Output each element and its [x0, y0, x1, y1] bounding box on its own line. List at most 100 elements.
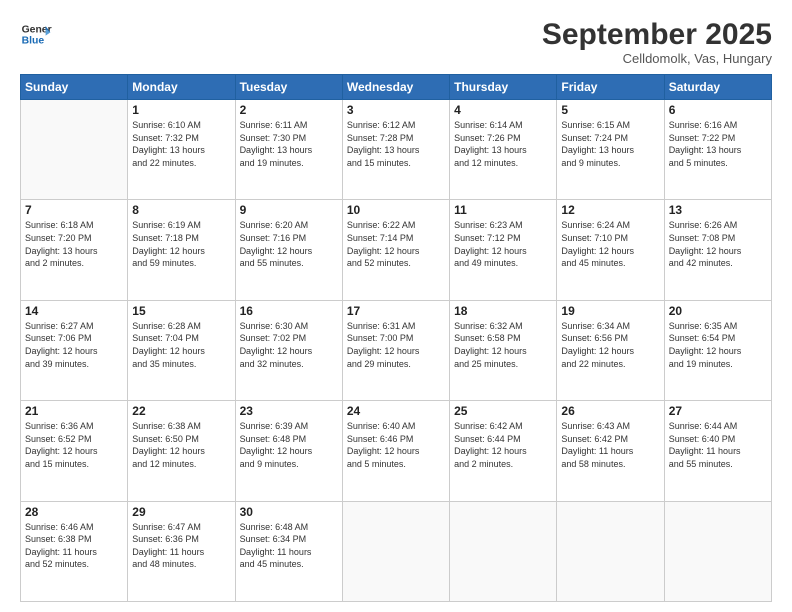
day-number: 20 — [669, 304, 767, 318]
day-info: Sunrise: 6:20 AM Sunset: 7:16 PM Dayligh… — [240, 219, 338, 269]
day-info: Sunrise: 6:14 AM Sunset: 7:26 PM Dayligh… — [454, 119, 552, 169]
calendar-day-cell: 10Sunrise: 6:22 AM Sunset: 7:14 PM Dayli… — [342, 200, 449, 300]
svg-text:Blue: Blue — [22, 36, 45, 47]
day-info: Sunrise: 6:11 AM Sunset: 7:30 PM Dayligh… — [240, 119, 338, 169]
day-number: 26 — [561, 404, 659, 418]
calendar-day-cell: 19 Sunrise: 6:34 AM Sunset: 6:56 PM Dayli… — [557, 300, 664, 400]
month-title: September 2025 — [542, 18, 772, 51]
day-info: Sunrise: 6:47 AM Sunset: 6:36 PM Dayligh… — [132, 521, 230, 571]
day-number: 21 — [25, 404, 123, 418]
day-number: 2 — [240, 103, 338, 117]
day-info: Sunrise: 6:38 AM Sunset: 6:50 PM Dayligh… — [132, 420, 230, 470]
calendar-day-cell: 28 Sunrise: 6:46 AM Sunset: 6:38 PM Dayli… — [21, 501, 128, 601]
weekday-header-cell: Wednesday — [342, 75, 449, 100]
day-info: Sunrise: 6:36 AM Sunset: 6:52 PM Dayligh… — [25, 420, 123, 470]
day-number: 14 — [25, 304, 123, 318]
calendar-day-cell: 5Sunrise: 6:15 AM Sunset: 7:24 PM Daylig… — [557, 100, 664, 200]
day-number: 19 — [561, 304, 659, 318]
day-info: Sunrise: 6:24 AM Sunset: 7:10 PM Dayligh… — [561, 219, 659, 269]
calendar-day-cell: 17Sunrise: 6:31 AM Sunset: 7:00 PM Dayli… — [342, 300, 449, 400]
day-number: 12 — [561, 203, 659, 217]
calendar-week-row: 1 Sunrise: 6:10 AM Sunset: 7:32 PM Daylig… — [21, 100, 772, 200]
weekday-header-cell: Friday — [557, 75, 664, 100]
calendar-day-cell: 12 Sunrise: 6:24 AM Sunset: 7:10 PM Dayli… — [557, 200, 664, 300]
page: General Blue September 2025 Celldomolk, … — [0, 0, 792, 612]
day-number: 15 — [132, 304, 230, 318]
calendar-week-row: 28 Sunrise: 6:46 AM Sunset: 6:38 PM Dayli… — [21, 501, 772, 601]
calendar-day-cell: 27Sunrise: 6:44 AM Sunset: 6:40 PM Dayli… — [664, 401, 771, 501]
calendar-day-cell: 8 Sunrise: 6:19 AM Sunset: 7:18 PM Daylig… — [128, 200, 235, 300]
calendar-day-cell: 20 Sunrise: 6:35 AM Sunset: 6:54 PM Dayli… — [664, 300, 771, 400]
calendar-day-cell: 16 Sunrise: 6:30 AM Sunset: 7:02 PM Dayli… — [235, 300, 342, 400]
day-number: 1 — [132, 103, 230, 117]
calendar-day-cell: 29 Sunrise: 6:47 AM Sunset: 6:36 PM Dayli… — [128, 501, 235, 601]
day-number: 30 — [240, 505, 338, 519]
day-number: 28 — [25, 505, 123, 519]
calendar-week-row: 14 Sunrise: 6:27 AM Sunset: 7:06 PM Dayli… — [21, 300, 772, 400]
day-info: Sunrise: 6:15 AM Sunset: 7:24 PM Dayligh… — [561, 119, 659, 169]
header: General Blue September 2025 Celldomolk, … — [20, 18, 772, 66]
day-info: Sunrise: 6:40 AM Sunset: 6:46 PM Dayligh… — [347, 420, 445, 470]
day-info: Sunrise: 6:35 AM Sunset: 6:54 PM Dayligh… — [669, 320, 767, 370]
day-info: Sunrise: 6:34 AM Sunset: 6:56 PM Dayligh… — [561, 320, 659, 370]
title-block: September 2025 Celldomolk, Vas, Hungary — [542, 18, 772, 66]
calendar-day-cell: 7Sunrise: 6:18 AM Sunset: 7:20 PM Daylig… — [21, 200, 128, 300]
calendar-day-cell — [557, 501, 664, 601]
day-info: Sunrise: 6:18 AM Sunset: 7:20 PM Dayligh… — [25, 219, 123, 269]
calendar-day-cell: 21 Sunrise: 6:36 AM Sunset: 6:52 PM Dayli… — [21, 401, 128, 501]
calendar-day-cell: 25 Sunrise: 6:42 AM Sunset: 6:44 PM Dayli… — [450, 401, 557, 501]
day-number: 8 — [132, 203, 230, 217]
day-number: 23 — [240, 404, 338, 418]
day-number: 11 — [454, 203, 552, 217]
day-number: 18 — [454, 304, 552, 318]
day-info: Sunrise: 6:42 AM Sunset: 6:44 PM Dayligh… — [454, 420, 552, 470]
day-info: Sunrise: 6:12 AM Sunset: 7:28 PM Dayligh… — [347, 119, 445, 169]
day-info: Sunrise: 6:44 AM Sunset: 6:40 PM Dayligh… — [669, 420, 767, 470]
day-info: Sunrise: 6:39 AM Sunset: 6:48 PM Dayligh… — [240, 420, 338, 470]
calendar-day-cell — [450, 501, 557, 601]
location-subtitle: Celldomolk, Vas, Hungary — [542, 51, 772, 66]
day-info: Sunrise: 6:16 AM Sunset: 7:22 PM Dayligh… — [669, 119, 767, 169]
day-info: Sunrise: 6:32 AM Sunset: 6:58 PM Dayligh… — [454, 320, 552, 370]
calendar-day-cell: 3 Sunrise: 6:12 AM Sunset: 7:28 PM Daylig… — [342, 100, 449, 200]
calendar-day-cell: 6 Sunrise: 6:16 AM Sunset: 7:22 PM Daylig… — [664, 100, 771, 200]
day-info: Sunrise: 6:30 AM Sunset: 7:02 PM Dayligh… — [240, 320, 338, 370]
calendar-table: SundayMondayTuesdayWednesdayThursdayFrid… — [20, 74, 772, 602]
logo: General Blue — [20, 18, 52, 50]
day-number: 29 — [132, 505, 230, 519]
weekday-header-cell: Saturday — [664, 75, 771, 100]
day-number: 3 — [347, 103, 445, 117]
calendar-day-cell: 22Sunrise: 6:38 AM Sunset: 6:50 PM Dayli… — [128, 401, 235, 501]
calendar-day-cell: 2 Sunrise: 6:11 AM Sunset: 7:30 PM Daylig… — [235, 100, 342, 200]
day-info: Sunrise: 6:10 AM Sunset: 7:32 PM Dayligh… — [132, 119, 230, 169]
calendar-week-row: 7Sunrise: 6:18 AM Sunset: 7:20 PM Daylig… — [21, 200, 772, 300]
calendar-day-cell: 30 Sunrise: 6:48 AM Sunset: 6:34 PM Dayli… — [235, 501, 342, 601]
day-info: Sunrise: 6:48 AM Sunset: 6:34 PM Dayligh… — [240, 521, 338, 571]
calendar-day-cell: 11 Sunrise: 6:23 AM Sunset: 7:12 PM Dayli… — [450, 200, 557, 300]
weekday-header-cell: Monday — [128, 75, 235, 100]
day-number: 25 — [454, 404, 552, 418]
calendar-day-cell: 13Sunrise: 6:26 AM Sunset: 7:08 PM Dayli… — [664, 200, 771, 300]
day-info: Sunrise: 6:23 AM Sunset: 7:12 PM Dayligh… — [454, 219, 552, 269]
day-number: 17 — [347, 304, 445, 318]
day-number: 16 — [240, 304, 338, 318]
calendar-day-cell: 15Sunrise: 6:28 AM Sunset: 7:04 PM Dayli… — [128, 300, 235, 400]
weekday-header-cell: Thursday — [450, 75, 557, 100]
day-info: Sunrise: 6:27 AM Sunset: 7:06 PM Dayligh… — [25, 320, 123, 370]
logo-icon: General Blue — [20, 18, 52, 50]
calendar-day-cell: 23 Sunrise: 6:39 AM Sunset: 6:48 PM Dayli… — [235, 401, 342, 501]
calendar-day-cell — [21, 100, 128, 200]
day-info: Sunrise: 6:22 AM Sunset: 7:14 PM Dayligh… — [347, 219, 445, 269]
day-number: 6 — [669, 103, 767, 117]
calendar-day-cell — [342, 501, 449, 601]
day-info: Sunrise: 6:46 AM Sunset: 6:38 PM Dayligh… — [25, 521, 123, 571]
calendar-day-cell — [664, 501, 771, 601]
day-number: 9 — [240, 203, 338, 217]
weekday-header-cell: Tuesday — [235, 75, 342, 100]
weekday-header-cell: Sunday — [21, 75, 128, 100]
calendar-day-cell: 26 Sunrise: 6:43 AM Sunset: 6:42 PM Dayli… — [557, 401, 664, 501]
day-info: Sunrise: 6:19 AM Sunset: 7:18 PM Dayligh… — [132, 219, 230, 269]
day-number: 13 — [669, 203, 767, 217]
calendar-day-cell: 24Sunrise: 6:40 AM Sunset: 6:46 PM Dayli… — [342, 401, 449, 501]
day-info: Sunrise: 6:43 AM Sunset: 6:42 PM Dayligh… — [561, 420, 659, 470]
